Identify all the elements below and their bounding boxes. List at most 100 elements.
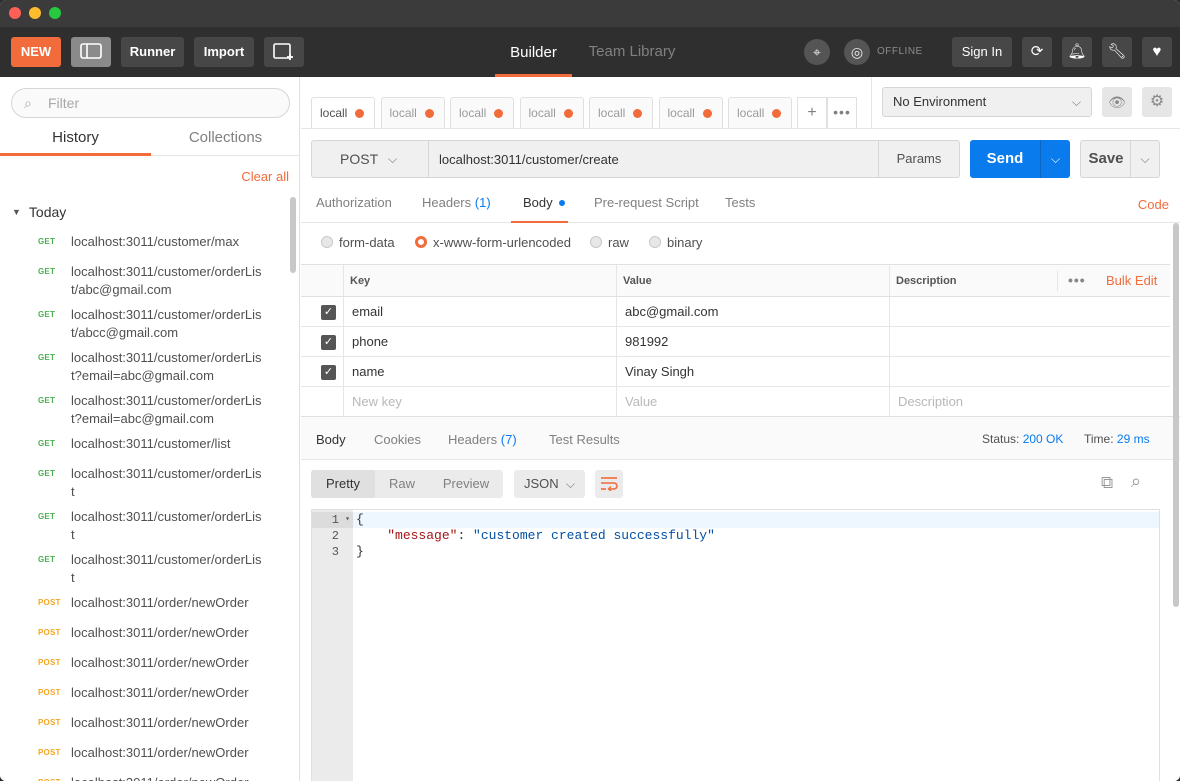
history-item[interactable]: POSTlocalhost:3011/order/newOrder [0, 587, 290, 617]
save-button[interactable]: Save [1080, 140, 1131, 178]
sidebar-scrollbar[interactable] [290, 197, 296, 273]
method-select[interactable]: POST ⌵ [311, 140, 428, 178]
wrench-icon[interactable]: 🔧︎ [1102, 37, 1132, 67]
request-tab[interactable]: locall [450, 97, 514, 128]
request-tab[interactable]: locall [311, 97, 375, 128]
history-item[interactable]: GET localhost:3011/customer/orderList/abc… [0, 256, 290, 299]
history-item[interactable]: GET localhost:3011/customer/orderList [0, 544, 290, 587]
more-tabs-button[interactable]: ••• [827, 97, 857, 128]
param-key[interactable]: name [343, 357, 616, 386]
format-preview[interactable]: Preview [429, 470, 503, 498]
request-tab[interactable]: locall [519, 97, 584, 128]
param-key[interactable]: phone [343, 327, 616, 356]
history-item[interactable]: GET localhost:3011/customer/orderList?ema… [0, 385, 290, 428]
sync-status-icon[interactable]: ◎ [844, 39, 870, 65]
tab-history[interactable]: History [0, 122, 151, 156]
sign-in-button[interactable]: Sign In [952, 37, 1012, 67]
heart-icon[interactable]: ♥ [1142, 37, 1172, 67]
bulk-edit-link[interactable]: Bulk Edit [1106, 265, 1157, 297]
response-tab-body[interactable]: Body [316, 417, 346, 461]
tab-body[interactable]: Body [511, 187, 568, 223]
maximize-window-button[interactable] [49, 7, 61, 19]
request-tab[interactable]: locall [589, 97, 653, 128]
copy-icon[interactable]: ⧉ [1101, 473, 1113, 493]
tab-team-library[interactable]: Team Library [587, 27, 677, 77]
import-button[interactable]: Import [194, 37, 254, 67]
checkbox-checked[interactable]: ✓ [321, 335, 336, 350]
format-raw[interactable]: Raw [375, 470, 429, 498]
tab-authorization[interactable]: Authorization [316, 187, 392, 223]
tab-tests[interactable]: Tests [725, 187, 755, 223]
main-scrollbar[interactable] [1173, 223, 1179, 607]
request-tab[interactable]: locall [380, 97, 445, 128]
save-options-button[interactable]: ⌵ [1130, 140, 1160, 178]
tab-builder[interactable]: Builder [495, 27, 572, 77]
param-key[interactable]: email [343, 297, 616, 326]
params-button[interactable]: Params [878, 140, 960, 178]
param-description[interactable] [889, 357, 1170, 386]
new-button[interactable]: NEW [11, 37, 61, 67]
code-link[interactable]: Code [1138, 197, 1169, 212]
response-tab-headers[interactable]: Headers (7) [448, 417, 517, 461]
runner-button[interactable]: Runner [121, 37, 184, 67]
filter-input[interactable] [48, 93, 278, 113]
more-options-button[interactable]: ••• [1068, 265, 1086, 295]
radio-form-data[interactable]: form-data [321, 235, 395, 250]
new-tab-button[interactable]: + [797, 97, 827, 128]
gear-icon[interactable]: ⚙ [1142, 87, 1172, 117]
history-item[interactable]: GET localhost:3011/customer/list [0, 428, 290, 458]
history-item[interactable]: POSTlocalhost:3011/order/newOrder [0, 767, 290, 781]
param-value[interactable]: Vinay Singh [616, 357, 889, 386]
history-item[interactable]: GET localhost:3011/customer/max [0, 226, 290, 256]
language-select[interactable]: JSON ⌵ [514, 470, 585, 498]
history-item[interactable]: POSTlocalhost:3011/order/newOrder [0, 677, 290, 707]
close-window-button[interactable] [9, 7, 21, 19]
radio-x-www-form-urlencoded[interactable]: x-www-form-urlencoded [415, 235, 571, 250]
new-window-button[interactable] [264, 37, 304, 67]
new-value-input[interactable]: Value [616, 387, 889, 416]
request-tab[interactable]: locall [658, 97, 723, 128]
checkbox-checked[interactable]: ✓ [321, 365, 336, 380]
new-description-input[interactable]: Description [889, 387, 1170, 416]
history-item[interactable]: POSTlocalhost:3011/order/newOrder [0, 647, 290, 677]
url-input[interactable] [428, 140, 879, 178]
eye-icon[interactable]: 👁︎ [1102, 87, 1132, 117]
radio-raw[interactable]: raw [590, 235, 629, 250]
search-icon[interactable]: ⌕ [1131, 471, 1141, 492]
sidebar-toggle-button[interactable] [71, 37, 111, 67]
filter-box[interactable]: ⌕ [11, 88, 290, 118]
tab-collections[interactable]: Collections [151, 122, 299, 156]
interceptor-icon[interactable]: ⌖ [804, 39, 830, 65]
history-item[interactable]: POSTlocalhost:3011/order/newOrder [0, 707, 290, 737]
tab-headers[interactable]: Headers (1) [422, 187, 491, 223]
environment-select[interactable]: No Environment ⌵ [882, 87, 1092, 117]
param-value[interactable]: abc@gmail.com [616, 297, 889, 326]
minimize-window-button[interactable] [29, 7, 41, 19]
history-item[interactable]: POSTlocalhost:3011/order/newOrder [0, 737, 290, 767]
radio-binary[interactable]: binary [649, 235, 702, 250]
send-options-button[interactable]: ⌵ [1040, 140, 1070, 178]
history-item[interactable]: GET localhost:3011/customer/orderList/abc… [0, 299, 290, 342]
format-pretty[interactable]: Pretty [311, 470, 375, 498]
history-item[interactable]: GET localhost:3011/customer/orderList [0, 458, 290, 501]
send-button[interactable]: Send [970, 140, 1040, 178]
response-editor[interactable]: 1 ▾ 2 3 { "message": "customer created su… [311, 509, 1160, 781]
request-tab[interactable]: locall [728, 97, 792, 128]
wrap-lines-button[interactable] [595, 470, 623, 498]
sync-icon[interactable]: ⟳ [1022, 37, 1052, 67]
history-item[interactable]: POSTlocalhost:3011/order/newOrder [0, 617, 290, 647]
history-item[interactable]: GET localhost:3011/customer/orderList [0, 501, 290, 544]
checkbox-checked[interactable]: ✓ [321, 305, 336, 320]
param-value[interactable]: 981992 [616, 327, 889, 356]
bell-icon[interactable]: 🔔︎ [1062, 37, 1092, 67]
param-description[interactable] [889, 297, 1170, 326]
new-key-input[interactable]: New key [343, 387, 616, 416]
response-tab-cookies[interactable]: Cookies [374, 417, 421, 461]
response-tab-test-results[interactable]: Test Results [549, 417, 620, 461]
history-item[interactable]: GET localhost:3011/customer/orderList?ema… [0, 342, 290, 385]
history-group-today[interactable]: ▼ Today [12, 204, 66, 220]
clear-all-link[interactable]: Clear all [241, 169, 289, 184]
param-description[interactable] [889, 327, 1170, 356]
tab-pre-request-script[interactable]: Pre-request Script [594, 187, 699, 223]
fold-arrow-icon[interactable]: ▾ [345, 512, 350, 528]
